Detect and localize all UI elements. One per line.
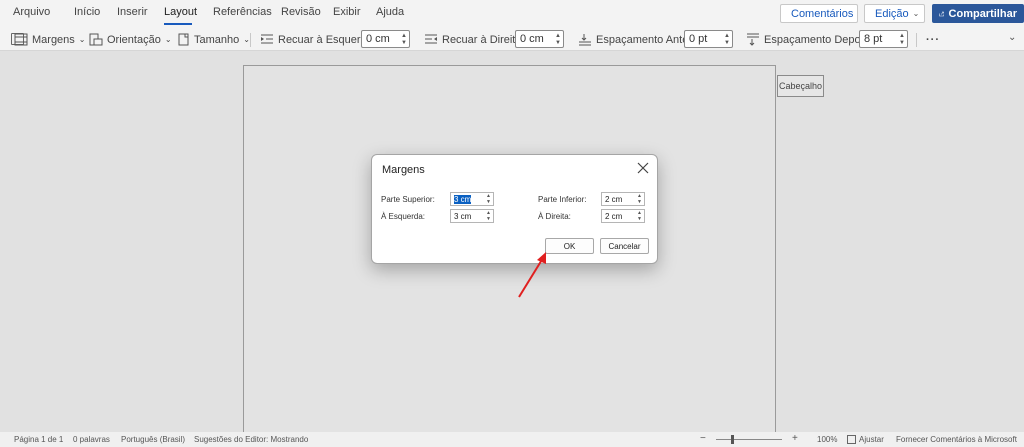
spinner-arrows-icon[interactable]: ▲ ▼ — [486, 210, 491, 222]
annotation-arrow-icon — [518, 252, 546, 298]
comments-label: Comentários — [791, 7, 854, 20]
spacing-after-label: Espaçamento Depois — [764, 33, 869, 46]
top-margin-label: Parte Superior: — [381, 195, 435, 204]
spinner-arrows-icon[interactable]: ▲ ▼ — [486, 193, 491, 205]
tab-ajuda[interactable]: Ajuda — [376, 6, 404, 18]
orientation-button[interactable]: Orientação ⌄ — [89, 31, 172, 48]
editing-mode-button[interactable]: Edição ⌄ — [864, 4, 925, 23]
bottom-margin-label: Parte Inferior: — [538, 195, 587, 204]
spinner-arrows-icon[interactable]: ▲ ▼ — [401, 31, 407, 47]
indent-left-group: Recuar à Esquerda — [260, 31, 373, 48]
top-margin-value: 3 cm — [454, 195, 472, 204]
editor-suggestions-status[interactable]: Sugestões do Editor: Mostrando — [194, 435, 308, 444]
close-icon[interactable] — [636, 161, 650, 175]
chevron-down-icon: ⌄ — [912, 9, 920, 18]
size-label: Tamanho — [194, 33, 240, 46]
spinner-arrows-icon[interactable]: ▲ ▼ — [637, 210, 642, 222]
spacing-before-icon — [578, 33, 592, 46]
indent-right-icon — [424, 33, 438, 46]
share-icon — [939, 11, 944, 16]
status-bar: Página 1 de 1 0 palavras Português (Bras… — [0, 432, 1024, 447]
comments-button[interactable]: Comentários — [780, 4, 858, 23]
indent-left-value: 0 cm — [366, 33, 390, 45]
spacing-before-label: Espaçamento Antes — [596, 33, 694, 46]
tab-arquivo[interactable]: Arquivo — [13, 6, 50, 18]
fit-label[interactable]: Ajustar — [859, 435, 884, 444]
header-tag[interactable]: Cabeçalho — [777, 75, 824, 97]
chevron-down-icon: ⌄ — [78, 35, 86, 44]
tab-revisao[interactable]: Revisão — [281, 6, 321, 18]
dialog-title: Margens — [382, 164, 425, 176]
spacing-before-input[interactable]: 0 pt ▲ ▼ — [684, 30, 733, 48]
spacing-before-value: 0 pt — [689, 33, 708, 45]
tab-layout[interactable]: Layout — [164, 6, 197, 18]
feedback-link[interactable]: Fornecer Comentários à Microsoft — [896, 435, 1017, 444]
word-count: 0 palavras — [73, 435, 110, 444]
tab-inicio[interactable]: Início — [74, 6, 100, 18]
chevron-down-icon: ⌄ — [243, 35, 250, 44]
zoom-slider-thumb[interactable] — [731, 435, 734, 444]
active-tab-indicator — [164, 23, 192, 25]
orientation-label: Orientação — [107, 33, 161, 46]
page-count: Página 1 de 1 — [14, 435, 64, 444]
fit-icon[interactable] — [847, 435, 856, 444]
zoom-out-icon[interactable]: − — [700, 433, 706, 444]
spinner-arrows-icon[interactable]: ▲ ▼ — [899, 31, 905, 47]
edit-label: Edição — [875, 7, 909, 20]
spinner-arrows-icon[interactable]: ▲ ▼ — [637, 193, 642, 205]
spacing-after-value: 8 pt — [864, 33, 883, 45]
header-tag-label: Cabeçalho — [778, 81, 823, 91]
right-margin-label: À Direita: — [538, 212, 571, 221]
cancel-button[interactable]: Cancelar — [600, 238, 649, 254]
spinner-arrows-icon[interactable]: ▲ ▼ — [724, 31, 730, 47]
zoom-slider[interactable] — [716, 435, 782, 444]
ribbon-divider — [916, 33, 917, 47]
bottom-margin-value: 2 cm — [605, 195, 623, 204]
orientation-icon — [89, 33, 103, 46]
margins-button[interactable]: Margens ⌄ — [14, 31, 86, 48]
layout-ribbon: Margens ⌄ Orientação ⌄ Tamanho ⌄ Recuar … — [0, 28, 1024, 51]
spacing-after-icon — [746, 33, 760, 46]
left-margin-input[interactable]: 3 cm ▲ ▼ — [450, 209, 494, 223]
indent-right-value: 0 cm — [520, 33, 544, 45]
size-button[interactable]: Tamanho ⌄ — [176, 31, 250, 48]
indent-left-icon — [260, 33, 274, 46]
tab-inserir[interactable]: Inserir — [117, 6, 148, 18]
tab-bar: Arquivo Início Inserir Layout Referência… — [0, 0, 1024, 28]
ribbon-divider — [250, 33, 251, 47]
left-margin-label: À Esquerda: — [381, 212, 426, 221]
spacing-before-group: Espaçamento Antes — [578, 31, 694, 48]
indent-left-label: Recuar à Esquerda — [278, 33, 373, 46]
bottom-margin-input[interactable]: 2 cm ▲ ▼ — [601, 192, 645, 206]
zoom-in-icon[interactable]: + — [792, 433, 798, 444]
indent-right-label: Recuar à Direita — [442, 33, 522, 46]
indent-right-group: Recuar à Direita — [424, 31, 521, 48]
more-options-icon[interactable]: ··· — [926, 31, 940, 48]
top-margin-input[interactable]: 3 cm ▲ ▼ — [450, 192, 494, 206]
share-button[interactable]: Compartilhar — [932, 4, 1024, 23]
tab-exibir[interactable]: Exibir — [333, 6, 361, 18]
right-margin-value: 2 cm — [605, 212, 623, 221]
share-label: Compartilhar — [948, 7, 1017, 20]
chevron-down-icon: ⌄ — [164, 35, 172, 44]
left-margin-value: 3 cm — [454, 212, 472, 221]
chevron-down-icon[interactable]: ⌄ — [1008, 32, 1016, 43]
tab-referencias[interactable]: Referências — [213, 6, 272, 18]
right-margin-input[interactable]: 2 cm ▲ ▼ — [601, 209, 645, 223]
page-size-icon — [176, 33, 190, 46]
ok-button[interactable]: OK — [545, 238, 594, 254]
spinner-arrows-icon[interactable]: ▲ ▼ — [555, 31, 561, 47]
spacing-after-input[interactable]: 8 pt ▲ ▼ — [859, 30, 908, 48]
spacing-after-group: Espaçamento Depois — [746, 31, 869, 48]
language-status[interactable]: Português (Brasil) — [121, 435, 185, 444]
margins-label: Margens — [32, 33, 75, 46]
indent-right-input[interactable]: 0 cm ▲ ▼ — [515, 30, 564, 48]
indent-left-input[interactable]: 0 cm ▲ ▼ — [361, 30, 410, 48]
zoom-level[interactable]: 100% — [817, 435, 837, 444]
margins-icon — [14, 33, 28, 46]
